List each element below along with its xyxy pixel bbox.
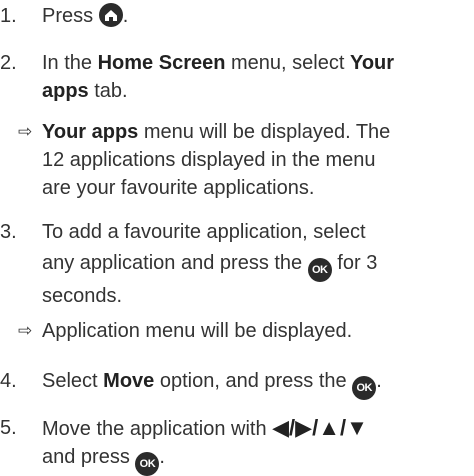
result-text: Application menu will be displayed. — [42, 320, 353, 342]
step-text: Select Move option, and press the OK. — [42, 367, 462, 400]
ok-button-icon: OK — [135, 452, 160, 476]
ok-button-icon: OK — [307, 258, 332, 282]
step-number: 1. — [0, 5, 17, 27]
step-number: 2. — [0, 52, 17, 74]
result-arrow-icon: ⇨ — [18, 122, 33, 141]
step-number: 3. — [0, 221, 17, 243]
step-number: 5. — [0, 417, 17, 439]
step-text: To add a favourite application, select a… — [42, 221, 378, 307]
instruction-list: 1. Press . 2. In the Home Screen menu, s… — [0, 0, 474, 476]
home-icon — [98, 3, 123, 35]
navigation-arrows-icon: ◀/▶/▲/▼ — [272, 415, 368, 440]
result-text: Your apps menu will be displayed. The 12… — [42, 121, 391, 199]
step-text: Press . — [42, 2, 462, 35]
step-number: 4. — [0, 370, 17, 392]
result-arrow-icon: ⇨ — [18, 321, 33, 340]
step-text: In the Home Screen menu, select Your app… — [42, 52, 395, 102]
ok-button-icon: OK — [352, 376, 377, 400]
step-text: Move the application with ◀/▶/▲/▼ and pr… — [42, 414, 462, 476]
